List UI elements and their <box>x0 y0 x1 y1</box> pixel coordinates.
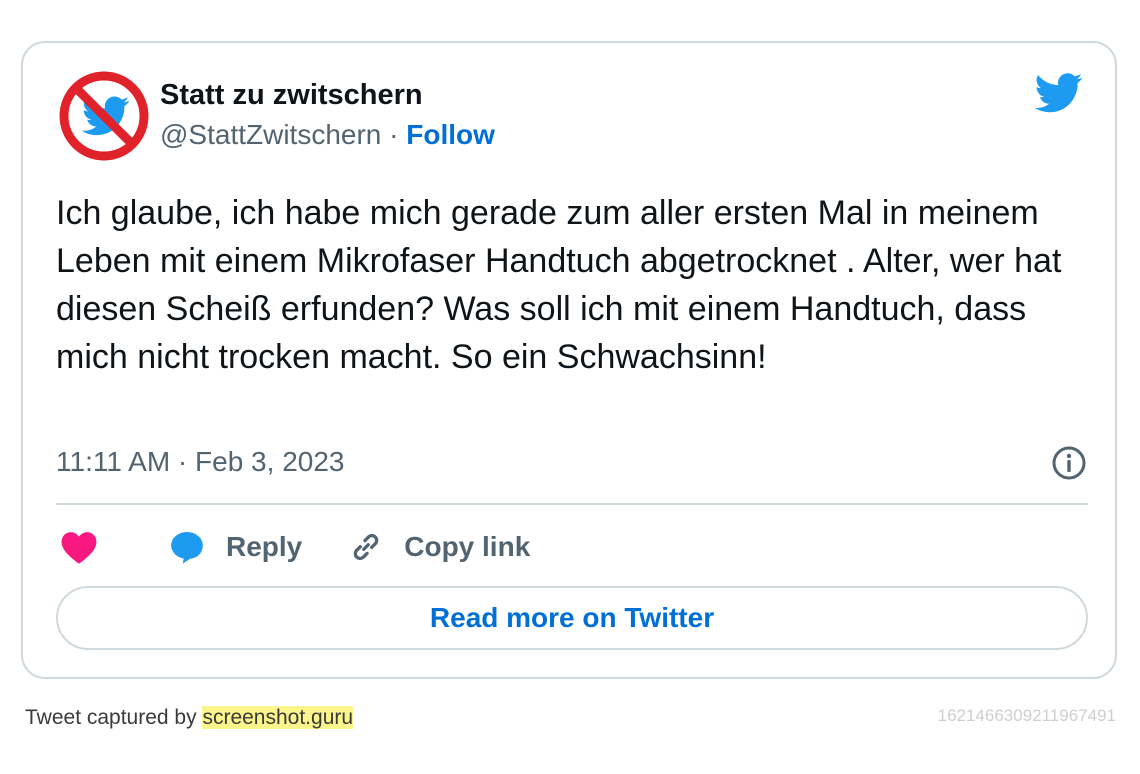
reply-label[interactable]: Reply <box>226 531 302 563</box>
action-bar: Reply Copy link <box>56 523 530 571</box>
avatar-no-twitter-icon[interactable] <box>59 71 149 161</box>
tweet-id: 1621466309211967491 <box>937 706 1116 725</box>
twitter-logo-icon[interactable] <box>1035 73 1083 113</box>
reply-bubble-icon[interactable] <box>168 528 206 566</box>
like-heart-icon[interactable] <box>60 529 98 565</box>
follow-link[interactable]: Follow <box>406 119 495 150</box>
tweet-card: Statt zu zwitschern @StattZwitschern · F… <box>21 41 1117 679</box>
copy-link-label[interactable]: Copy link <box>404 531 530 563</box>
separator-dot: · <box>389 119 399 150</box>
author-handle[interactable]: @StattZwitschern <box>160 119 381 150</box>
divider <box>56 503 1088 505</box>
captured-by-text: Tweet captured by <box>25 706 197 729</box>
handle-row: @StattZwitschern · Follow <box>160 119 495 151</box>
capture-credit: Tweet captured by screenshot.guru <box>25 706 354 730</box>
info-icon[interactable] <box>1051 445 1087 481</box>
read-more-button[interactable]: Read more on Twitter <box>56 586 1088 650</box>
copy-link-icon[interactable] <box>348 529 384 565</box>
tweet-timestamp[interactable]: 11:11 AM · Feb 3, 2023 <box>56 446 344 478</box>
author-name[interactable]: Statt zu zwitschern <box>160 79 423 112</box>
screenshot-guru-link[interactable]: screenshot.guru <box>202 706 354 729</box>
tweet-text: Ich glaube, ich habe mich gerade zum all… <box>56 194 1062 376</box>
